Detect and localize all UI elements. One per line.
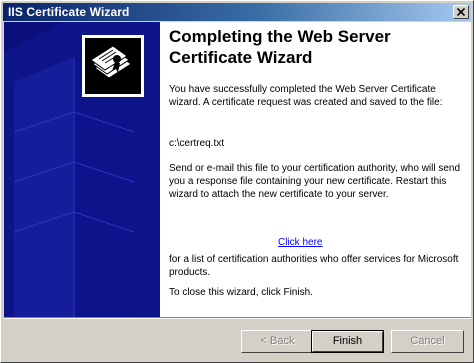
click-here-link[interactable]: Click here — [278, 237, 322, 248]
cancel-button[interactable]: Cancel — [391, 330, 464, 353]
authorities-text: for a list of certification authorities … — [169, 254, 459, 278]
logo-frame — [82, 35, 144, 97]
file-path: c:\certreq.txt — [169, 138, 225, 149]
intro-text: You have successfully completed the Web … — [169, 84, 443, 108]
title-bar[interactable]: IIS Certificate Wizard — [3, 3, 471, 21]
wizard-content: Completing the Web Server Certificate Wi… — [4, 22, 471, 317]
finish-button-label: Finish — [312, 331, 383, 352]
finish-button[interactable]: Finish — [311, 330, 384, 353]
page-title: Completing the Web Server Certificate Wi… — [169, 27, 391, 67]
close-note: To close this wizard, click Finish. — [169, 287, 313, 298]
instructions-text: Send or e-mail this file to your certifi… — [169, 163, 461, 200]
close-button[interactable] — [453, 5, 469, 19]
button-bar: < Back Finish Cancel — [1, 317, 473, 362]
wizard-banner — [4, 22, 160, 317]
back-button[interactable]: < Back — [241, 330, 314, 353]
close-icon — [457, 8, 465, 16]
divider — [4, 317, 471, 319]
wizard-window: IIS Certificate Wizard Completing the We… — [0, 0, 474, 363]
certificate-icon — [85, 38, 141, 94]
window-title: IIS Certificate Wizard — [8, 5, 130, 19]
